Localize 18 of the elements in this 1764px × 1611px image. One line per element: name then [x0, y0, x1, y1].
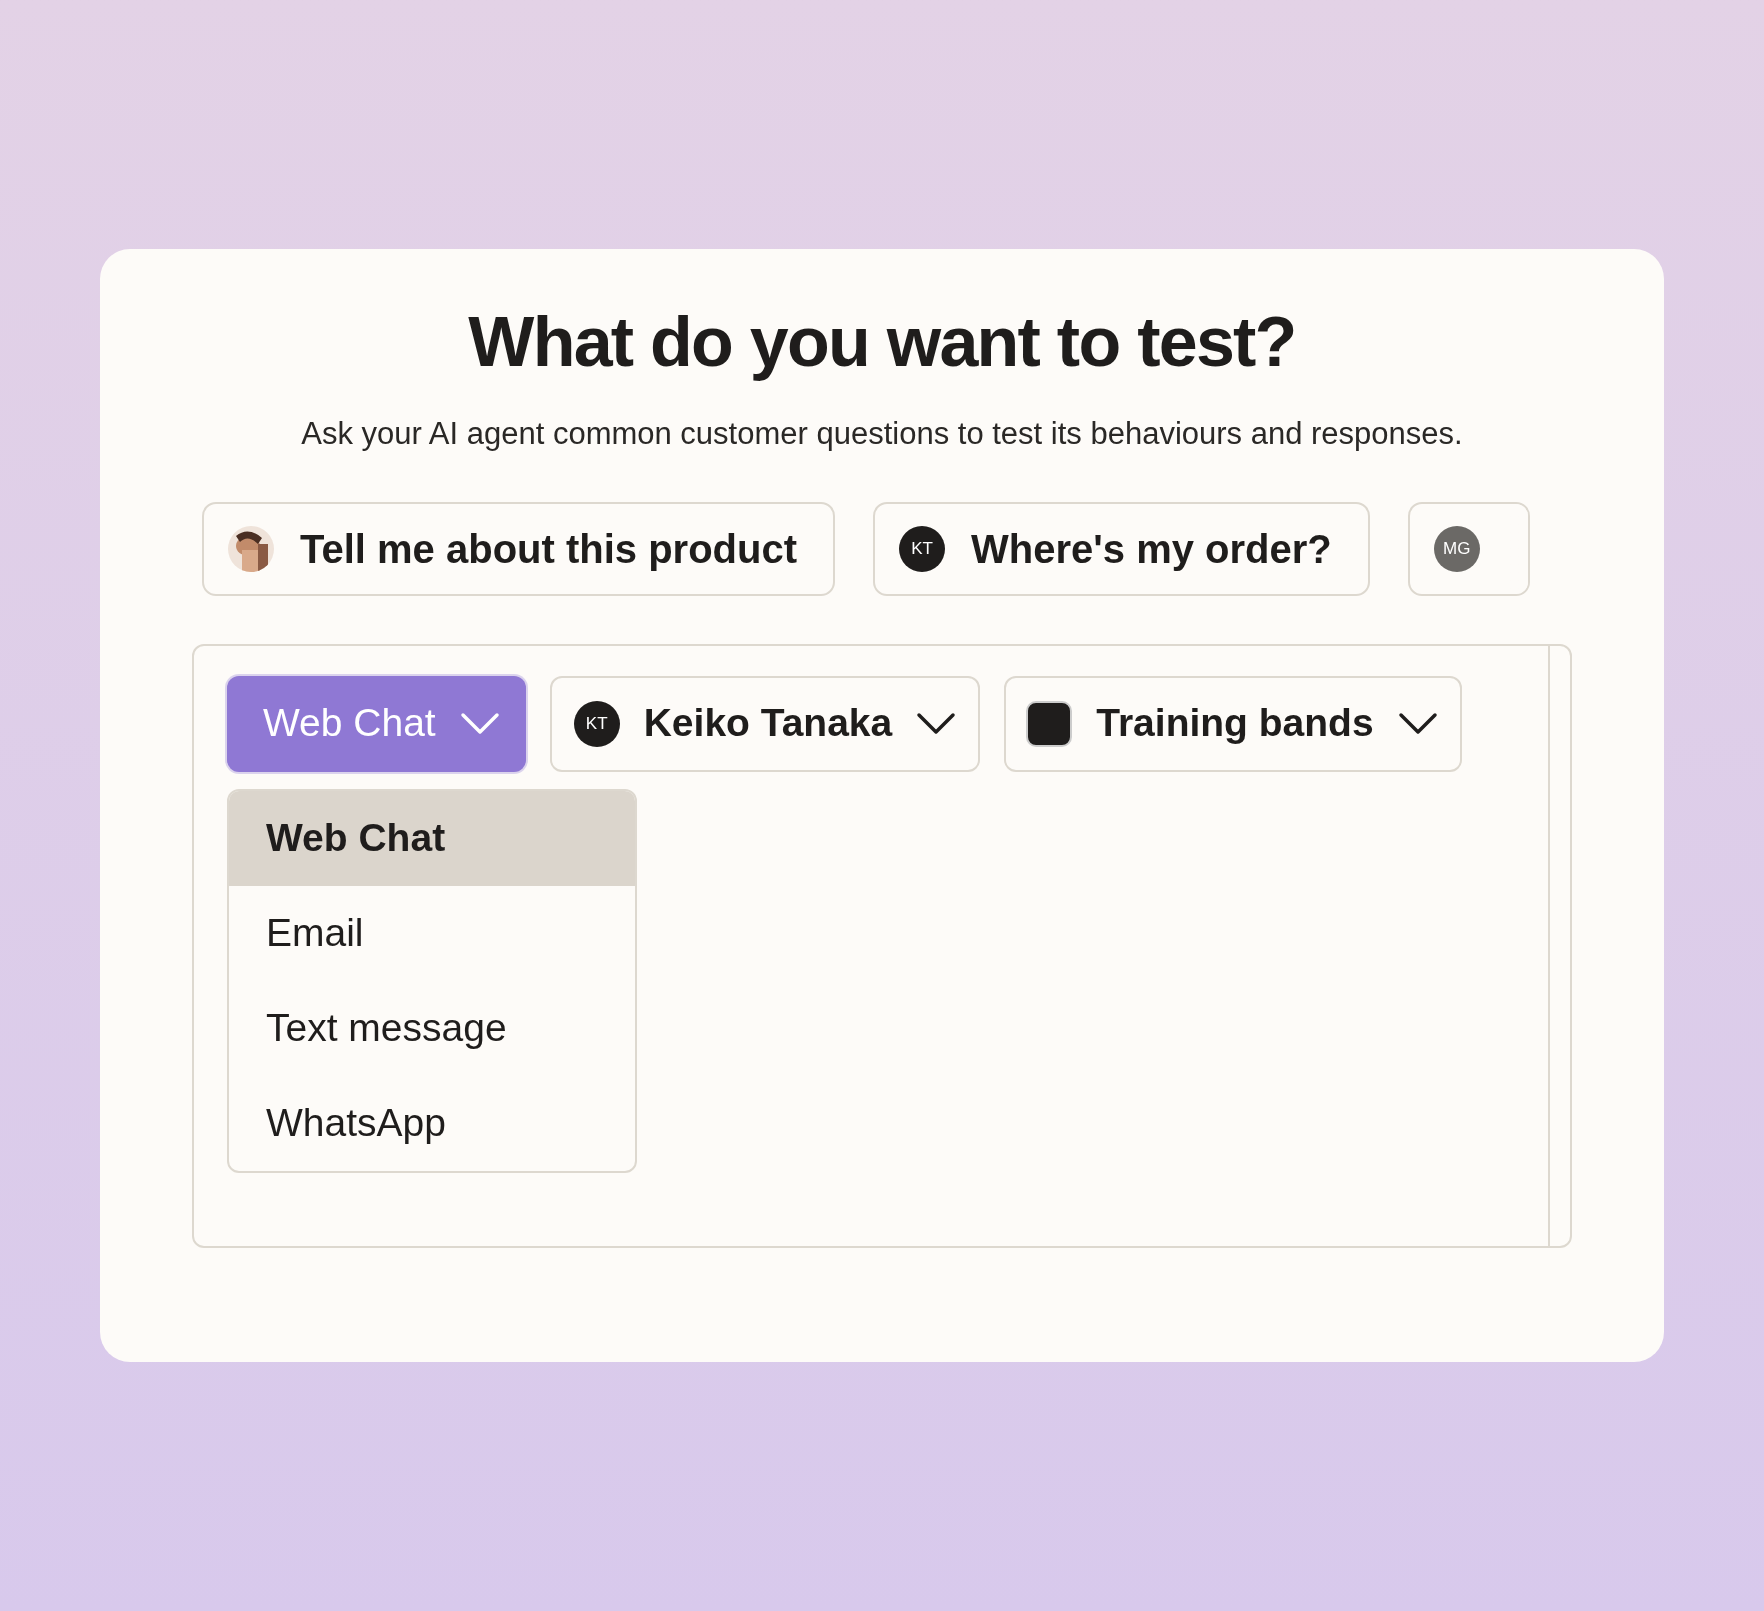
- suggestion-chip[interactable]: KT Where's my order?: [873, 501, 1370, 596]
- suggestion-chip[interactable]: Tell me about this product: [202, 501, 836, 596]
- avatar: MG: [1433, 525, 1480, 572]
- avatar: KT: [899, 525, 946, 572]
- chevron-down-icon: [1397, 711, 1438, 736]
- suggestion-chip[interactable]: MG: [1407, 501, 1530, 596]
- menu-item[interactable]: Email: [229, 885, 635, 981]
- menu-item[interactable]: Text message: [229, 980, 635, 1076]
- menu-item[interactable]: Web Chat: [229, 790, 635, 886]
- avatar: KT: [573, 700, 620, 747]
- customer-dropdown[interactable]: KT Keiko Tanaka: [549, 675, 981, 772]
- product-thumbnail: [1026, 700, 1073, 747]
- page-subtitle: Ask your AI agent common customer questions to test its behaviours and responses.: [300, 415, 1464, 453]
- chevron-down-icon: [459, 711, 500, 736]
- channel-dropdown[interactable]: Web Chat: [227, 675, 526, 772]
- product-dropdown[interactable]: Training bands: [1004, 675, 1462, 772]
- menu-item[interactable]: WhatsApp: [229, 1075, 635, 1171]
- chevron-down-icon: [916, 711, 957, 736]
